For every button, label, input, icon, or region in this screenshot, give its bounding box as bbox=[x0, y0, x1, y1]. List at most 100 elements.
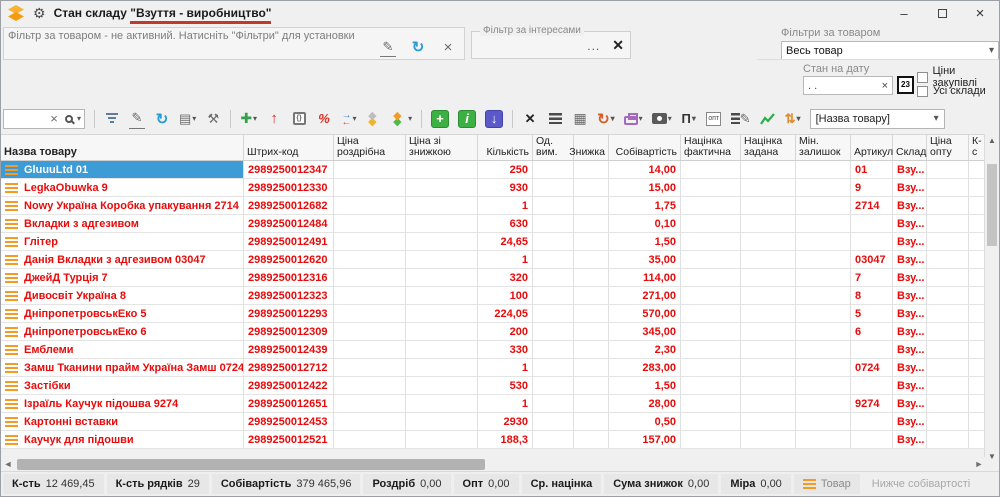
table-row[interactable]: ДжейД Турція 72989250012316320114,007Взу… bbox=[1, 269, 986, 287]
sort-arrows-icon[interactable]: ⇅▾ bbox=[785, 109, 801, 129]
column-header-price_opt[interactable]: Ціна опту bbox=[927, 135, 969, 160]
scroll-left-icon[interactable]: ◄ bbox=[1, 457, 15, 472]
interest-filter-more-button[interactable]: ... bbox=[587, 39, 600, 53]
search-input[interactable]: × ▾ bbox=[3, 109, 85, 129]
wrench-icon[interactable]: ⚒ bbox=[205, 109, 221, 129]
column-header-markup_set[interactable]: Націнка задана bbox=[741, 135, 796, 160]
table-row[interactable]: Nowy Україна Коробка упакування 27142989… bbox=[1, 197, 986, 215]
table-row[interactable]: Вкладки з адгезивом29892500124846300,10В… bbox=[1, 215, 986, 233]
restore-button[interactable] bbox=[923, 1, 961, 25]
filter-icon[interactable] bbox=[104, 109, 120, 129]
close-x-icon[interactable]: ✕ bbox=[522, 109, 538, 129]
minimize-button[interactable]: – bbox=[885, 1, 923, 25]
table-row[interactable]: Емблеми29892500124393302,30Взу... bbox=[1, 341, 986, 359]
cell-unit bbox=[533, 323, 574, 340]
move-icon[interactable]: ✚▾ bbox=[240, 109, 257, 129]
doc-opt-icon[interactable]: ОПТ bbox=[706, 109, 722, 129]
vertical-scroll-thumb[interactable] bbox=[987, 164, 997, 246]
scroll-up-icon[interactable]: ▲ bbox=[985, 134, 999, 148]
calendar-icon[interactable]: 23 bbox=[897, 76, 914, 94]
table-row[interactable]: ДніпропетровськЕко 62989250012309200345,… bbox=[1, 323, 986, 341]
column-header-article[interactable]: Артикул bbox=[851, 135, 893, 160]
cell-discount bbox=[574, 413, 609, 430]
scroll-down-icon[interactable]: ▼ bbox=[985, 450, 999, 464]
layers-gray-icon[interactable]: ◆◆ bbox=[366, 109, 382, 129]
cell-price_disc bbox=[406, 305, 478, 322]
pi-icon[interactable]: П▾ bbox=[681, 109, 697, 129]
table-row[interactable]: LegkaObuwka 9298925001233093015,009Взу..… bbox=[1, 179, 986, 197]
cell-barcode: 2989250012682 bbox=[244, 197, 334, 214]
table-grid-icon[interactable]: ▦ bbox=[572, 109, 588, 129]
cell-qty: 188,3 bbox=[478, 431, 533, 448]
column-header-price_retail[interactable]: Ціна роздрібна bbox=[334, 135, 406, 160]
table-row[interactable]: Глітер298925001249124,651,50Взу... bbox=[1, 233, 986, 251]
column-header-unit[interactable]: Од. вим. bbox=[533, 135, 574, 160]
download-button[interactable]: ↓ bbox=[485, 110, 503, 128]
table-row[interactable]: Дивосвіт Україна 82989250012323100271,00… bbox=[1, 287, 986, 305]
refresh-icon[interactable]: ↻ bbox=[154, 109, 170, 129]
settings-gear-icon[interactable]: ⚙ bbox=[33, 5, 46, 22]
column-header-markup_actual[interactable]: Націнка фактична bbox=[681, 135, 741, 160]
menu-lines-icon[interactable] bbox=[547, 109, 563, 129]
percent-icon[interactable]: % bbox=[316, 109, 332, 129]
column-header-qty[interactable]: Кількість bbox=[478, 135, 533, 160]
search-dropdown-icon[interactable]: ▾ bbox=[77, 114, 81, 123]
cell-price_opt bbox=[927, 179, 969, 196]
scroll-right-icon[interactable]: ► bbox=[972, 457, 986, 472]
add-button[interactable]: + bbox=[431, 110, 449, 128]
camera-icon[interactable]: ▾ bbox=[652, 109, 672, 129]
table-row[interactable]: Замш Тканини прайм Україна Замш 07242989… bbox=[1, 359, 986, 377]
cell-article: 2714 bbox=[851, 197, 893, 214]
column-header-price_disc[interactable]: Ціна зі знижкою bbox=[406, 135, 478, 160]
interest-filter-close-button[interactable]: ✕ bbox=[612, 37, 624, 54]
info-button[interactable]: i bbox=[458, 110, 476, 128]
save-icon[interactable]: {} bbox=[291, 109, 307, 129]
cell-markup_actual bbox=[681, 359, 741, 376]
cell-unit bbox=[533, 431, 574, 448]
sync-icon[interactable]: ↻▾ bbox=[597, 109, 615, 129]
date-clear-icon[interactable]: × bbox=[882, 80, 888, 92]
status-segment: Сума знижок0,00 bbox=[604, 474, 718, 494]
close-button[interactable]: × bbox=[961, 1, 999, 25]
filter-clear-icon[interactable]: × bbox=[440, 37, 456, 57]
table-row[interactable]: GluuuLtd 01298925001234725014,0001Взу... bbox=[1, 161, 986, 179]
column-header-discount[interactable]: Знижка bbox=[574, 135, 609, 160]
clipboard-icon[interactable]: ▤▾ bbox=[179, 109, 196, 129]
filter-edit-icon[interactable]: ✎ bbox=[380, 37, 396, 57]
state-date-input[interactable]: . . × bbox=[803, 76, 893, 95]
cell-markup_actual bbox=[681, 395, 741, 412]
table-row[interactable]: Каучук для підошви2989250012521188,3157,… bbox=[1, 431, 986, 449]
purchase-prices-checkbox[interactable] bbox=[917, 72, 928, 83]
edit-list-icon[interactable]: ✎ bbox=[731, 109, 751, 129]
column-header-barcode[interactable]: Штрих-код bbox=[244, 135, 334, 160]
filter-refresh-icon[interactable]: ↻ bbox=[410, 37, 426, 57]
column-header-name[interactable]: Назва товару bbox=[1, 135, 244, 160]
column-header-min_stock[interactable]: Мін. залишок bbox=[796, 135, 851, 160]
edit-pencil-icon[interactable]: ✎ bbox=[129, 109, 145, 129]
column-selector-select[interactable]: [Назва товару] ▾ bbox=[810, 109, 945, 129]
all-warehouses-checkbox[interactable] bbox=[917, 86, 928, 97]
arrow-up-icon[interactable]: ↑ bbox=[266, 109, 282, 129]
table-row[interactable]: Застібки29892500124225301,50Взу... bbox=[1, 377, 986, 395]
table-row[interactable]: Ізраїль Каучук підошва 92742989250012651… bbox=[1, 395, 986, 413]
cell-unit bbox=[533, 179, 574, 196]
product-filter-select[interactable]: Весь товар ▾ bbox=[781, 41, 999, 60]
filter-status-text: Фільтр за товаром - не активний. Натисні… bbox=[8, 30, 355, 42]
status-below-cost-tab[interactable]: Нижче собівартості bbox=[863, 474, 979, 494]
transfer-arrows-icon[interactable]: →←▾ bbox=[341, 109, 357, 129]
table-row[interactable]: Данія Вкладки з адгезивом 03047298925001… bbox=[1, 251, 986, 269]
horizontal-scroll-thumb[interactable] bbox=[17, 459, 485, 470]
layers-orange-icon[interactable]: ◆◆▾ bbox=[391, 109, 412, 129]
search-clear-icon[interactable]: × bbox=[46, 109, 62, 129]
table-row[interactable]: Картонні вставки298925001245329300,50Взу… bbox=[1, 413, 986, 431]
table-row[interactable]: ДніпропетровськЕко 52989250012293224,055… bbox=[1, 305, 986, 323]
column-header-cost[interactable]: Собівартість bbox=[609, 135, 681, 160]
cell-discount bbox=[574, 431, 609, 448]
status-tovar-tab[interactable]: Товар bbox=[794, 474, 860, 494]
cell-markup_actual bbox=[681, 305, 741, 322]
column-header-warehouse[interactable]: Склад bbox=[893, 135, 927, 160]
vertical-scrollbar[interactable]: ▲ ▼ bbox=[984, 134, 999, 464]
horizontal-scrollbar[interactable]: ◄ ► bbox=[1, 457, 986, 472]
chart-icon[interactable] bbox=[760, 109, 776, 129]
print-icon[interactable]: ▾ bbox=[624, 109, 643, 129]
